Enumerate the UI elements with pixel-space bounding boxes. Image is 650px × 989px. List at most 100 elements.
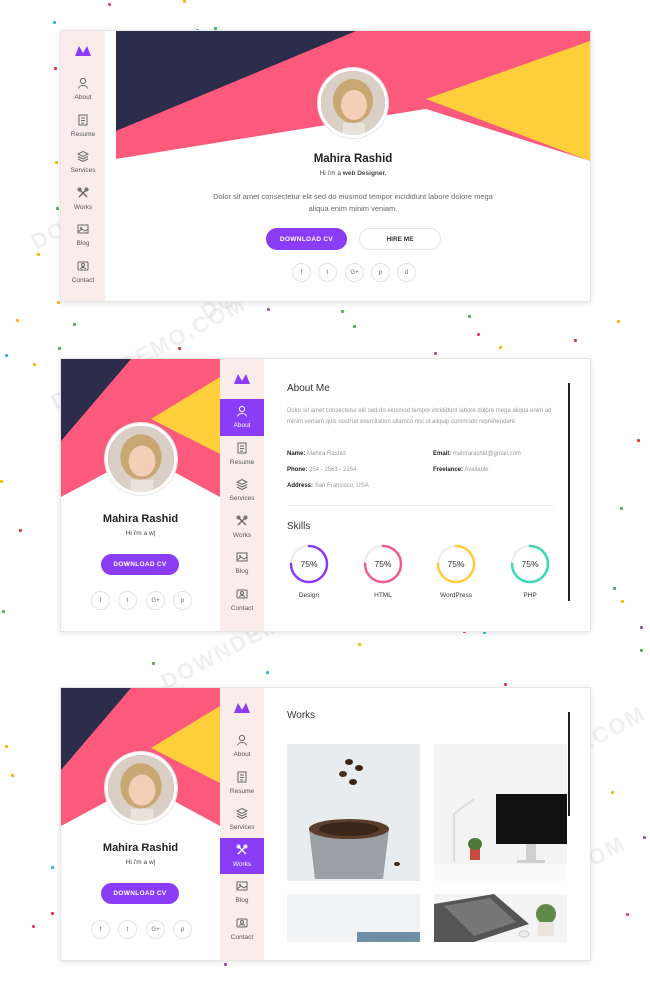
pinterest-icon[interactable]: p bbox=[173, 591, 192, 610]
sidebar-item-contact[interactable]: Contact bbox=[61, 254, 105, 291]
sidebar-item-resume[interactable]: Resume bbox=[220, 765, 264, 802]
logo-icon bbox=[75, 46, 91, 56]
layers-icon bbox=[76, 150, 90, 164]
sidebar-item-blog[interactable]: Blog bbox=[220, 545, 264, 582]
twitter-icon[interactable]: t bbox=[118, 591, 137, 610]
sidebar-item-services[interactable]: Services bbox=[220, 801, 264, 838]
avatar-photo bbox=[108, 755, 174, 821]
confetti-dot bbox=[151, 661, 155, 665]
work-item-desk[interactable] bbox=[434, 744, 567, 881]
tagline-prefix: Hi i'm a bbox=[319, 170, 343, 177]
facebook-icon[interactable]: f bbox=[91, 920, 110, 939]
confetti-dot bbox=[107, 2, 111, 6]
profile-tagline: Hi i'm a web Designer. bbox=[116, 170, 590, 177]
document-icon bbox=[77, 114, 89, 128]
email-value: mahirarashid@gmail.com bbox=[452, 451, 521, 457]
info-name: Name: Mahira Rashid bbox=[287, 451, 346, 457]
scrollbar[interactable] bbox=[568, 383, 570, 601]
sidebar-item-label: Blog bbox=[235, 568, 249, 576]
contact-icon bbox=[77, 260, 89, 274]
logo[interactable] bbox=[61, 31, 105, 71]
avatar bbox=[318, 68, 388, 138]
facebook-icon[interactable]: f bbox=[292, 263, 311, 282]
tools-icon bbox=[77, 187, 89, 201]
user-icon bbox=[236, 405, 248, 419]
contact-icon bbox=[236, 588, 248, 602]
sidebar-item-services[interactable]: Services bbox=[61, 144, 105, 181]
info-email: Email: mahirarashid@gmail.com bbox=[433, 451, 521, 457]
skill-label: Design bbox=[298, 592, 320, 599]
sidebar-item-services[interactable]: Services bbox=[220, 472, 264, 509]
pinterest-icon[interactable]: p bbox=[173, 920, 192, 939]
sidebar-item-resume[interactable]: Resume bbox=[61, 108, 105, 145]
sidebar-item-label: Works bbox=[73, 203, 93, 211]
confetti-dot bbox=[2, 610, 6, 614]
confetti-dot bbox=[503, 682, 507, 686]
logo-icon bbox=[234, 703, 250, 713]
dribbble-icon[interactable]: d bbox=[397, 263, 416, 282]
image-icon bbox=[236, 551, 248, 565]
sidebar-item-contact[interactable]: Contact bbox=[220, 911, 264, 948]
skills-title: Skills bbox=[287, 521, 311, 532]
sidebar-item-contact[interactable]: Contact bbox=[220, 582, 264, 619]
avatar-photo bbox=[321, 71, 385, 135]
profile-tagline: Hi i'm a w| bbox=[125, 859, 156, 866]
sidebar-nav: About Resume Services Works Blog Contact bbox=[61, 31, 105, 301]
sidebar-item-blog[interactable]: Blog bbox=[61, 217, 105, 254]
logo[interactable] bbox=[220, 359, 264, 399]
tools-icon bbox=[236, 515, 248, 529]
confetti-dot bbox=[15, 318, 19, 322]
image-icon bbox=[236, 880, 248, 894]
work-item-4[interactable] bbox=[434, 894, 567, 942]
google-plus-icon[interactable]: G+ bbox=[345, 263, 364, 282]
info-freelance: Freelance: Available bbox=[433, 467, 489, 473]
google-plus-icon[interactable]: G+ bbox=[146, 920, 165, 939]
confetti-dot bbox=[5, 744, 9, 748]
name-value: Mahira Rashid bbox=[307, 451, 346, 457]
name-label: Name: bbox=[287, 451, 306, 457]
sidebar-item-works[interactable]: Works bbox=[220, 509, 264, 546]
confetti-dot bbox=[266, 670, 270, 674]
confetti-dot bbox=[468, 315, 472, 319]
home-card: About Resume Services Works Blog Contact Mahi… bbox=[60, 30, 591, 302]
confetti-dot bbox=[619, 506, 623, 510]
sidebar-item-about[interactable]: About bbox=[61, 71, 105, 108]
download-cv-button[interactable]: DOWNLOAD CV bbox=[101, 883, 179, 904]
logo[interactable] bbox=[220, 688, 264, 728]
scrollbar[interactable] bbox=[568, 712, 570, 816]
sidebar-item-label: Works bbox=[232, 531, 252, 539]
skill-percent: 75% bbox=[521, 559, 539, 569]
image-icon bbox=[77, 223, 89, 237]
hire-me-button[interactable]: HIRE ME bbox=[359, 228, 441, 250]
twitter-icon[interactable]: t bbox=[318, 263, 337, 282]
work-item-coffee[interactable] bbox=[287, 744, 420, 881]
confetti-dot bbox=[639, 648, 643, 652]
download-cv-button[interactable]: DOWNLOAD CV bbox=[266, 228, 347, 250]
confetti-dot bbox=[55, 207, 59, 211]
google-plus-icon[interactable]: G+ bbox=[146, 591, 165, 610]
sidebar-item-works[interactable]: Works bbox=[220, 837, 264, 874]
confetti-dot bbox=[636, 438, 640, 442]
sidebar-item-about[interactable]: About bbox=[220, 399, 264, 436]
confetti-dot bbox=[50, 865, 54, 869]
sidebar-item-blog[interactable]: Blog bbox=[220, 874, 264, 911]
sidebar-item-works[interactable]: Works bbox=[61, 181, 105, 218]
sidebar-item-resume[interactable]: Resume bbox=[220, 436, 264, 473]
confetti-dot bbox=[4, 354, 8, 358]
facebook-icon[interactable]: f bbox=[91, 591, 110, 610]
layers-icon bbox=[235, 478, 249, 492]
confetti-dot bbox=[32, 925, 36, 929]
confetti-dot bbox=[499, 346, 503, 350]
work-item-3[interactable] bbox=[287, 894, 420, 942]
confetti-dot bbox=[72, 323, 76, 327]
sidebar-nav: About Resume Services Works Blog Contact bbox=[220, 359, 264, 631]
skill-php: 75% PHP bbox=[504, 544, 556, 599]
sidebar-item-about[interactable]: About bbox=[220, 728, 264, 765]
download-cv-button[interactable]: DOWNLOAD CV bbox=[101, 554, 179, 575]
sidebar-item-label: Services bbox=[229, 495, 255, 503]
pinterest-icon[interactable]: p bbox=[371, 263, 390, 282]
confetti-dot bbox=[617, 320, 621, 324]
confetti-dot bbox=[54, 160, 58, 164]
twitter-icon[interactable]: t bbox=[118, 920, 137, 939]
skill-label: PHP bbox=[523, 592, 537, 599]
